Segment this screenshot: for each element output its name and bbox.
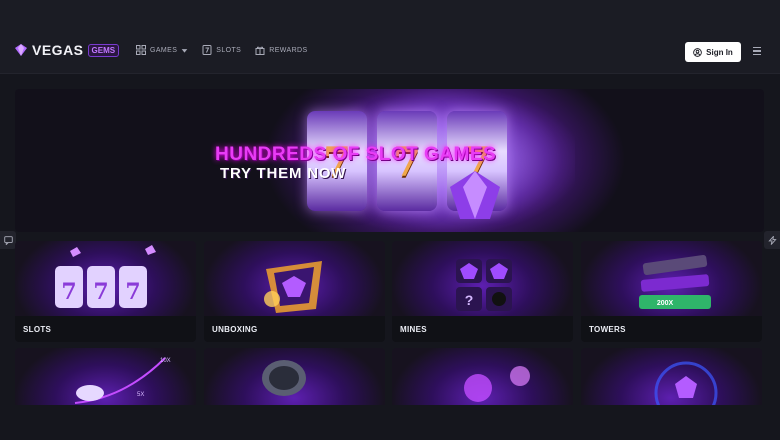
slots-art-icon: 7 7 7 — [55, 245, 156, 308]
svg-text:7: 7 — [93, 279, 108, 305]
nav-games[interactable]: GAMES — [136, 45, 188, 55]
nav-rewards-label: REWARDS — [269, 46, 308, 54]
nav-slots-label: SLOTS — [216, 46, 242, 54]
sign-in-label: Sign In — [706, 47, 733, 57]
towers-art-icon: 200X — [639, 254, 711, 309]
hero-subtitle: TRY THEM NOW — [220, 165, 347, 182]
crash-multiplier-10x: 10X — [160, 358, 171, 364]
main-nav: GAMES SLOTS REWARDS — [136, 45, 308, 55]
sign-in-button[interactable]: Sign In — [685, 42, 741, 62]
gem-icon — [450, 171, 500, 219]
trophy-icon — [264, 261, 322, 313]
hero-title: HUNDREDS OF SLOT GAMES — [215, 144, 497, 165]
svg-text:7: 7 — [125, 279, 140, 305]
game-card-label: TOWERS — [581, 316, 762, 342]
menu-icon-line — [753, 50, 761, 52]
logo-badge: GEMS — [87, 43, 120, 57]
mines-art-icon: ? — [456, 259, 512, 311]
svg-text:7: 7 — [61, 279, 76, 305]
chat-toggle-button[interactable] — [0, 231, 16, 249]
game-card-crash[interactable]: 10X 5X — [15, 348, 196, 408]
chat-icon — [3, 235, 13, 245]
wheel-icon — [654, 361, 718, 408]
gem-cluster-icon — [464, 366, 530, 402]
game-card-mines[interactable]: ? MINES — [392, 241, 573, 342]
rocket-icon: 10X 5X — [74, 357, 171, 404]
site-logo[interactable]: VEGAS GEMS — [14, 42, 120, 58]
menu-icon — [753, 46, 761, 49]
game-card-plinko[interactable] — [392, 348, 573, 408]
top-navbar: VEGAS GEMS GAMES SLOTS REWARDS Sign In — [0, 0, 780, 74]
game-card-label: SLOTS — [15, 316, 196, 342]
gem-icon — [15, 44, 27, 56]
nav-rewards[interactable]: REWARDS — [255, 45, 307, 55]
game-card-towers[interactable]: 200X TOWERS — [581, 241, 762, 342]
slot-seven-icon — [202, 45, 212, 55]
menu-icon-line — [753, 53, 761, 56]
game-card-slots[interactable]: 7 7 7 SLOTS — [15, 241, 196, 342]
activity-toggle-button[interactable] — [764, 231, 780, 249]
nav-games-label: GAMES — [150, 46, 178, 54]
coin-icon — [262, 360, 306, 396]
game-card-wheel[interactable] — [581, 348, 762, 408]
game-card-label: MINES — [392, 316, 573, 342]
user-icon — [693, 47, 702, 57]
game-card-unboxing[interactable]: UNBOXING — [204, 241, 385, 342]
logo-text: VEGAS — [32, 42, 84, 58]
grid-icon — [136, 45, 146, 55]
game-card-coinflip[interactable] — [204, 348, 385, 408]
nav-slots[interactable]: SLOTS — [202, 45, 241, 55]
svg-text:?: ? — [465, 292, 474, 308]
chevron-down-icon — [181, 48, 188, 53]
game-card-label: UNBOXING — [204, 316, 385, 342]
crash-multiplier-5x: 5X — [137, 392, 144, 398]
tower-multiplier: 200X — [657, 300, 674, 307]
page-bottom-area — [0, 405, 780, 440]
hero-banner[interactable]: 7 7 7 HUNDREDS OF SLOT GAMES TRY THEM NO… — [15, 89, 764, 232]
lightning-icon — [767, 235, 777, 245]
gift-icon — [255, 46, 265, 55]
hamburger-menu-button[interactable] — [750, 44, 764, 58]
